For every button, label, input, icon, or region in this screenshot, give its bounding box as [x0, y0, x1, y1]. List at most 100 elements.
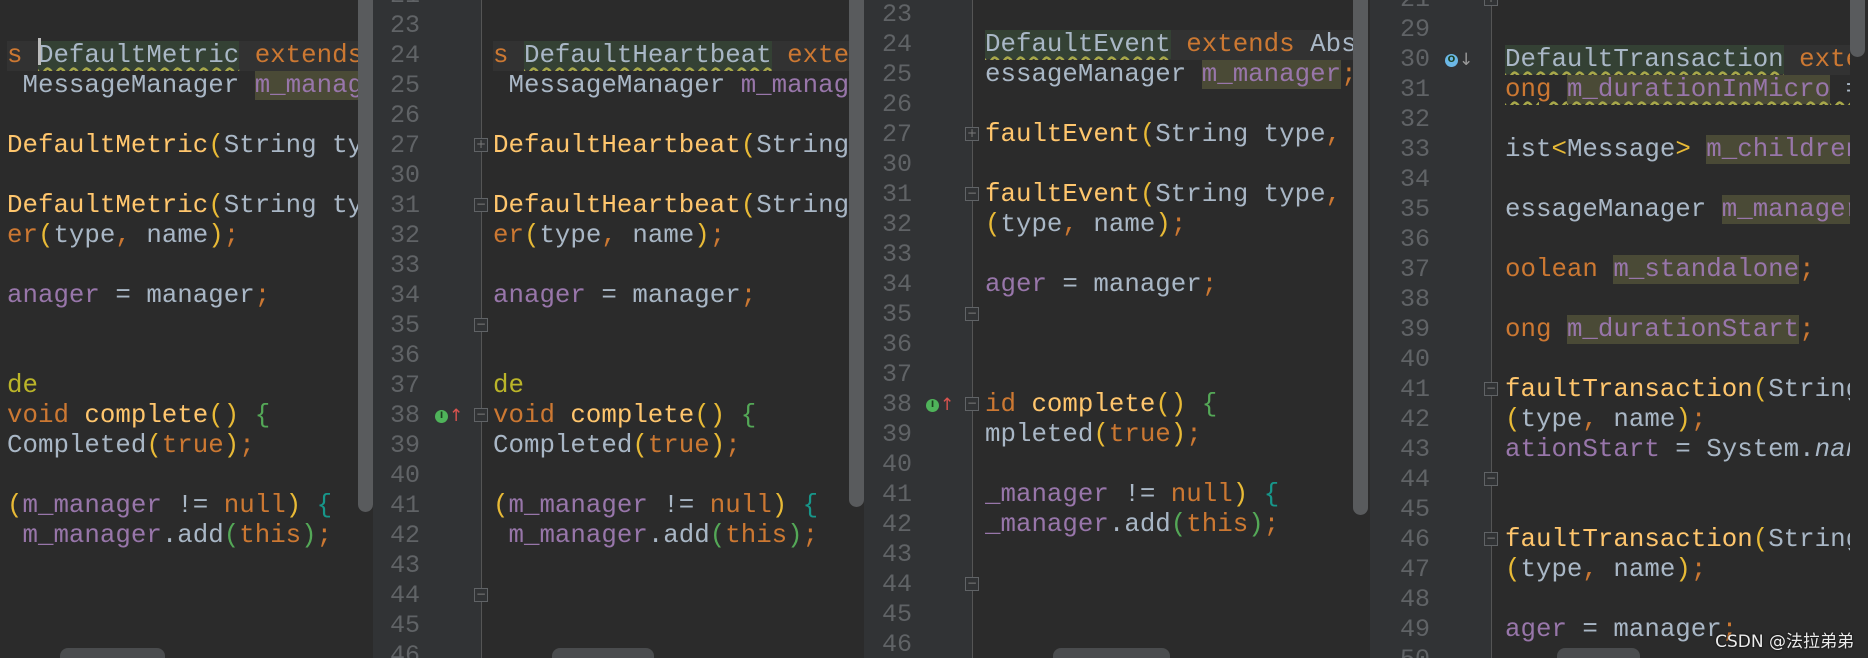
code-text[interactable] [985, 300, 1353, 330]
code-text[interactable]: anager = manager; [493, 281, 849, 311]
fold-expand-icon[interactable]: + [1484, 0, 1498, 6]
code-text[interactable]: MessageManager m_manager [493, 71, 849, 101]
code-text[interactable]: DefaultTransaction exte [1505, 45, 1850, 75]
code-text[interactable] [985, 90, 1353, 120]
code-text[interactable] [7, 0, 358, 11]
code-text[interactable]: ager = manager; [985, 270, 1353, 300]
code-text[interactable]: oolean m_standalone; [1505, 255, 1850, 285]
code-text[interactable] [1505, 165, 1850, 195]
fold-collapse-icon[interactable]: − [474, 408, 488, 422]
vertical-scrollbar[interactable] [358, 0, 373, 512]
code-text[interactable]: er(type, name); [493, 221, 849, 251]
code-text[interactable]: faultEvent(String type, S [985, 120, 1353, 150]
fold-end-icon[interactable]: − [965, 307, 979, 321]
code-text[interactable]: DefaultHeartbeat(String t [493, 191, 849, 221]
code-text[interactable] [7, 251, 358, 281]
code-text[interactable] [1505, 0, 1850, 15]
editor-pane-defaultevent[interactable]: 2324 DefaultEvent extends Abst 25 essageMan… [864, 0, 1370, 658]
code-text[interactable] [1505, 585, 1850, 615]
code-text[interactable] [985, 540, 1353, 570]
code-text[interactable] [493, 611, 849, 641]
code-text[interactable]: de [493, 371, 849, 401]
code-text[interactable] [7, 551, 358, 581]
implements-method-icon[interactable]: I ↑ [435, 408, 463, 425]
vertical-scrollbar[interactable] [1850, 0, 1865, 57]
code-text[interactable] [985, 360, 1353, 390]
code-text[interactable] [1505, 285, 1850, 315]
fold-end-icon[interactable]: − [474, 588, 488, 602]
code-text[interactable]: de [7, 371, 358, 401]
code-text[interactable]: DefaultHeartbeat(String t [493, 131, 849, 161]
horizontal-scrollbar[interactable] [1053, 648, 1170, 658]
fold-collapse-icon[interactable]: − [1484, 532, 1498, 546]
code-text[interactable]: DefaultEvent extends Abst [985, 30, 1353, 60]
code-text[interactable] [7, 311, 358, 341]
code-text[interactable]: er(type, name); [7, 221, 358, 251]
code-text[interactable]: (type, name); [1505, 405, 1850, 435]
fold-expand-icon[interactable]: + [474, 138, 488, 152]
fold-collapse-icon[interactable]: − [965, 187, 979, 201]
code-text[interactable]: m_manager.add(this); [493, 521, 849, 551]
implements-method-icon[interactable]: I ↑ [926, 397, 954, 414]
horizontal-scrollbar[interactable] [1557, 648, 1640, 658]
code-text[interactable] [1505, 495, 1850, 525]
code-text[interactable] [493, 11, 849, 41]
fold-end-icon[interactable]: − [1484, 472, 1498, 486]
code-text[interactable]: Completed(true); [7, 431, 358, 461]
code-text[interactable] [493, 461, 849, 491]
fold-collapse-icon[interactable]: − [474, 198, 488, 212]
code-text[interactable]: s DefaultMetric extends [7, 41, 358, 71]
code-text[interactable]: essageManager m_manager; [985, 60, 1353, 90]
code-text[interactable]: _manager != null) { [985, 480, 1353, 510]
code-text[interactable]: anager = manager; [7, 281, 358, 311]
code-text[interactable]: _manager.add(this); [985, 510, 1353, 540]
code-text[interactable] [493, 0, 849, 11]
code-text[interactable]: faultTransaction(String [1505, 525, 1850, 555]
code-text[interactable]: (m_manager != null) { [7, 491, 358, 521]
code-text[interactable] [985, 600, 1353, 630]
horizontal-scrollbar[interactable] [552, 648, 654, 658]
code-text[interactable]: ong m_durationInMicro = [1505, 75, 1850, 105]
code-text[interactable]: ist<Message> m_children [1505, 135, 1850, 165]
code-text[interactable]: s DefaultHeartbeat extend [493, 41, 849, 71]
code-text[interactable] [7, 11, 358, 41]
code-text[interactable] [985, 330, 1353, 360]
code-text[interactable] [985, 150, 1353, 180]
code-text[interactable] [7, 461, 358, 491]
code-text[interactable] [493, 101, 849, 131]
code-text[interactable]: ationStart = System.nan [1505, 435, 1850, 465]
editor-pane-defaultmetric[interactable]: s DefaultMetric extends MessageManager m… [0, 0, 373, 658]
code-text[interactable]: mpleted(true); [985, 420, 1353, 450]
vertical-scrollbar[interactable] [1353, 0, 1368, 515]
code-text[interactable]: DefaultMetric(String typ [7, 191, 358, 221]
code-text[interactable] [1505, 225, 1850, 255]
code-text[interactable]: faultTransaction(String [1505, 375, 1850, 405]
editor-pane-defaultheartbeat[interactable]: 212324s DefaultHeartbeat extend25 Messag… [373, 0, 864, 658]
overridden-method-icon[interactable]: O ↓ [1445, 52, 1473, 69]
fold-collapse-icon[interactable]: − [1484, 382, 1498, 396]
code-text[interactable] [1505, 345, 1850, 375]
fold-collapse-icon[interactable]: − [965, 397, 979, 411]
code-text[interactable]: (type, name); [985, 210, 1353, 240]
code-text[interactable] [493, 161, 849, 191]
code-text[interactable]: ong m_durationStart; [1505, 315, 1850, 345]
code-text[interactable] [493, 551, 849, 581]
code-text[interactable] [7, 611, 358, 641]
editor-pane-defaulttransaction[interactable]: 21 +2930 O↓ DefaultTransaction exte 31 ong m_… [1370, 0, 1868, 658]
code-text[interactable] [7, 581, 358, 611]
code-text[interactable] [985, 450, 1353, 480]
fold-end-icon[interactable]: − [474, 318, 488, 332]
code-text[interactable]: void complete() { [493, 401, 849, 431]
fold-end-icon[interactable]: − [965, 577, 979, 591]
code-text[interactable]: id complete() { [985, 390, 1353, 420]
code-text[interactable]: DefaultMetric(String typ [7, 131, 358, 161]
code-text[interactable] [1505, 105, 1850, 135]
code-text[interactable]: MessageManager m_manage [7, 71, 358, 101]
code-text[interactable]: (type, name); [1505, 555, 1850, 585]
code-text[interactable] [1505, 15, 1850, 45]
code-text[interactable] [7, 161, 358, 191]
code-text[interactable] [493, 341, 849, 371]
code-text[interactable]: essageManager m_manager [1505, 195, 1850, 225]
vertical-scrollbar[interactable] [849, 0, 864, 507]
code-text[interactable] [493, 581, 849, 611]
